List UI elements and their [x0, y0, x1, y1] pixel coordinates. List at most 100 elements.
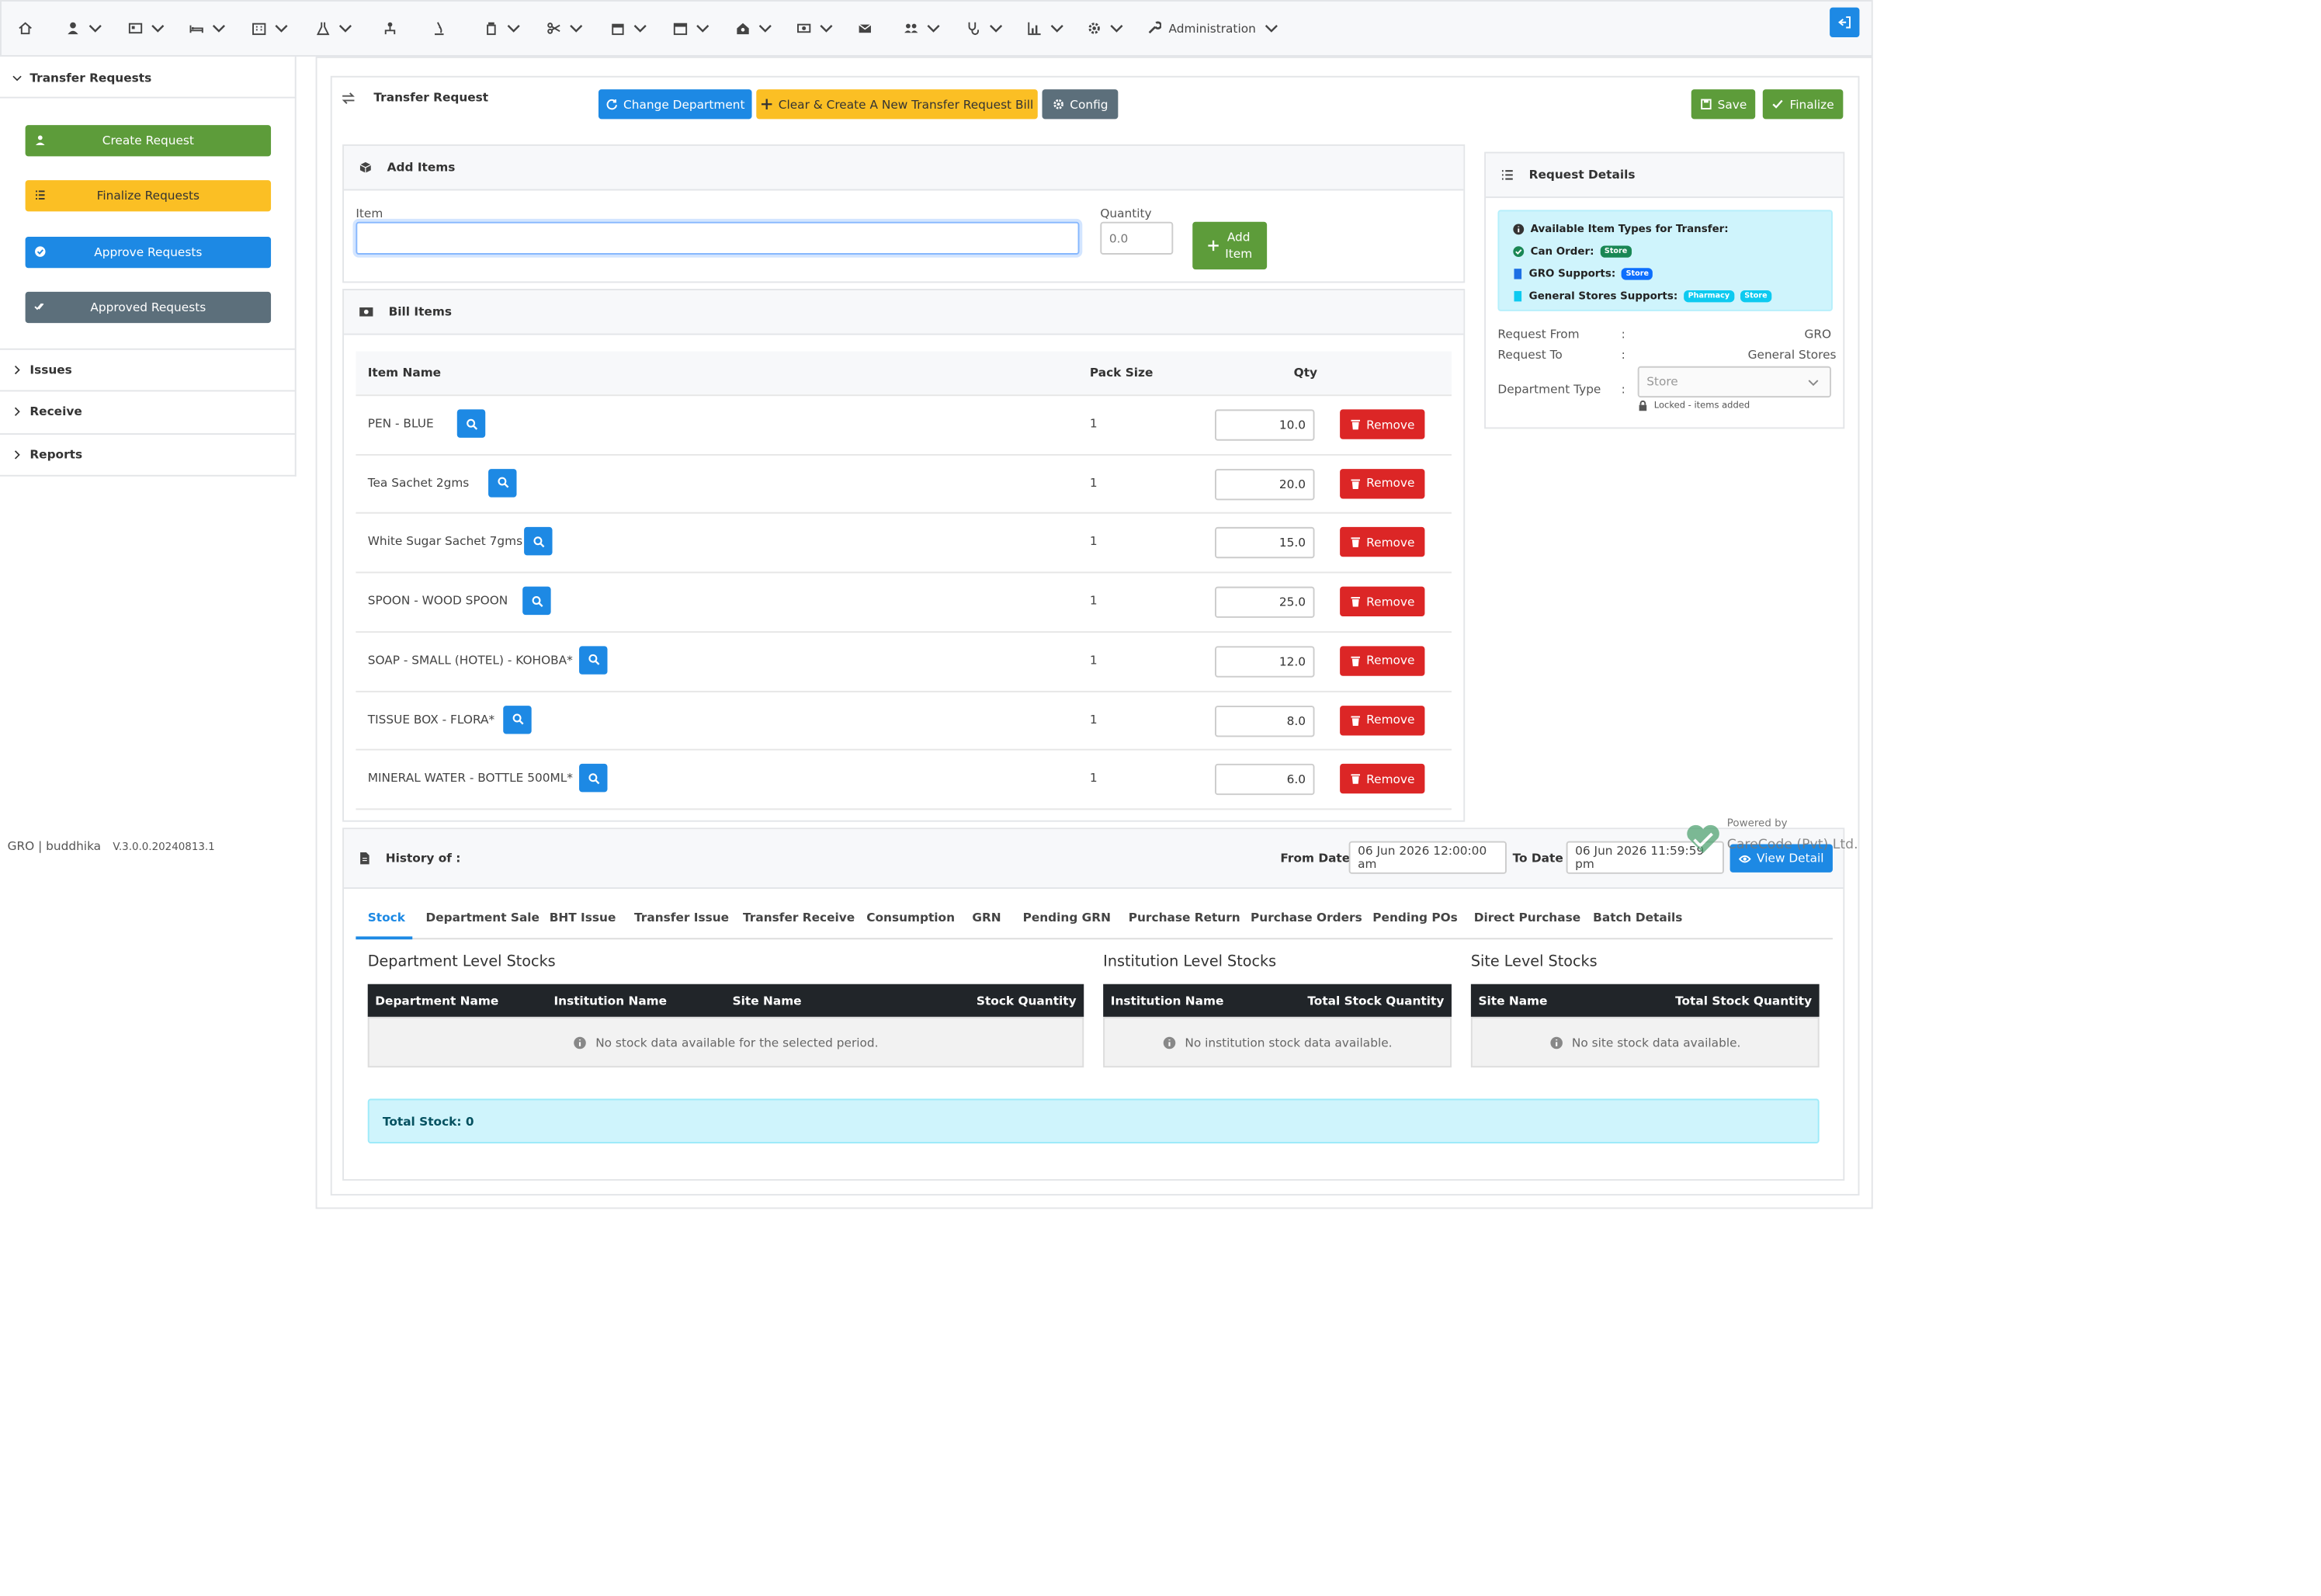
hr-nav[interactable]: [735, 18, 772, 39]
item-lookup-button[interactable]: [488, 468, 517, 497]
remove-button[interactable]: Remove: [1340, 705, 1425, 735]
tab-stock[interactable]: Stock: [368, 911, 405, 925]
theatre-nav[interactable]: [546, 18, 584, 39]
sidebar-section-transfer-requests[interactable]: Transfer Requests: [12, 71, 151, 85]
chevron-right-icon: [14, 365, 20, 375]
qty-input[interactable]: 6.0: [1215, 764, 1315, 796]
item-lookup-button[interactable]: [524, 527, 553, 557]
item-search-input[interactable]: [356, 221, 1080, 255]
add-item-label-line2: Item: [1225, 247, 1253, 261]
clinic-nav[interactable]: [252, 18, 289, 39]
messages-nav[interactable]: [858, 18, 873, 39]
tab-pending-pos[interactable]: Pending POs: [1372, 911, 1458, 925]
tab-pending-grn[interactable]: Pending GRN: [1023, 911, 1111, 925]
appointments-nav[interactable]: [673, 18, 710, 39]
patients-nav[interactable]: [65, 18, 102, 39]
inst-stocks-empty-row: No institution stock data available.: [1103, 1016, 1452, 1068]
item-lookup-button[interactable]: [579, 645, 608, 675]
add-items-header: Add Items: [344, 145, 1464, 191]
reports-nav[interactable]: [1027, 18, 1064, 39]
save-button[interactable]: Save: [1691, 89, 1756, 120]
item-name-cell: SPOON - WOOD SPOON: [367, 594, 508, 608]
remove-button[interactable]: Remove: [1340, 764, 1425, 794]
qty-input[interactable]: 12.0: [1215, 645, 1315, 678]
sidebar-section-reports[interactable]: Reports: [12, 448, 82, 462]
approve-requests-button[interactable]: Approve Requests: [25, 236, 272, 269]
logout-button[interactable]: [1830, 7, 1860, 37]
remove-label: Remove: [1366, 713, 1415, 727]
total-stock-alert: Total Stock: 0: [367, 1098, 1820, 1143]
tab-purchase-orders[interactable]: Purchase Orders: [1251, 911, 1362, 925]
administration-nav[interactable]: Administration: [1147, 18, 1278, 39]
remove-label: Remove: [1366, 772, 1415, 786]
tab-direct-purchase[interactable]: Direct Purchase: [1474, 911, 1580, 925]
payments-nav[interactable]: [796, 18, 834, 39]
remove-button[interactable]: Remove: [1340, 527, 1425, 558]
item-lookup-button[interactable]: [503, 705, 532, 734]
tab-purchase-return[interactable]: Purchase Return: [1129, 911, 1240, 925]
config-button[interactable]: Config: [1042, 89, 1119, 120]
inward-nav[interactable]: [189, 18, 227, 39]
remove-button[interactable]: Remove: [1340, 645, 1425, 676]
qty-input[interactable]: 8.0: [1215, 705, 1315, 737]
item-lookup-button[interactable]: [522, 586, 551, 616]
approved-requests-button[interactable]: Approved Requests: [25, 291, 272, 324]
store-nav[interactable]: [610, 18, 647, 39]
item-lookup-button[interactable]: [456, 409, 486, 438]
double-check-icon: [34, 303, 44, 311]
config-label: Config: [1070, 97, 1108, 111]
col-total-stock-quantity: Total Stock Quantity: [1307, 994, 1445, 1008]
remove-button[interactable]: Remove: [1340, 586, 1425, 617]
approved-requests-label: Approved Requests: [90, 300, 206, 314]
qty-input[interactable]: 15.0: [1215, 527, 1315, 559]
tab-department-sale[interactable]: Department Sale: [426, 911, 539, 925]
settings-nav[interactable]: [1087, 18, 1124, 39]
sidebar-section-receive[interactable]: Receive: [12, 405, 82, 418]
clinical-nav[interactable]: [966, 18, 1004, 39]
tab-transfer-receive[interactable]: Transfer Receive: [743, 911, 855, 925]
add-item-button[interactable]: Add Item: [1192, 221, 1268, 270]
remove-button[interactable]: Remove: [1340, 409, 1425, 439]
staff-nav[interactable]: [383, 18, 397, 39]
remove-label: Remove: [1366, 536, 1415, 550]
col-site-name: Site Name: [732, 994, 802, 1008]
approve-requests-label: Approve Requests: [94, 245, 203, 259]
col-pack-size: Pack Size: [1089, 366, 1154, 380]
tab-bht-issue[interactable]: BHT Issue: [550, 911, 616, 925]
clear-create-button[interactable]: Clear & Create A New Transfer Request Bi…: [756, 89, 1038, 120]
change-department-button[interactable]: Change Department: [598, 89, 752, 120]
sidebar-section-issues[interactable]: Issues: [12, 363, 72, 376]
id-card-icon: [128, 23, 143, 34]
info-circle-icon: [574, 1036, 586, 1049]
can-order-line: Can Order: Store: [1513, 245, 1632, 258]
from-date-label: From Date: [1280, 852, 1351, 866]
remove-label: Remove: [1366, 417, 1415, 432]
tab-batch-details[interactable]: Batch Details: [1593, 911, 1682, 925]
quantity-input[interactable]: 0.0: [1100, 221, 1174, 255]
qty-input[interactable]: 25.0: [1215, 586, 1315, 619]
from-date-input[interactable]: 06 Jun 2026 12:00:00 am: [1348, 841, 1507, 874]
qty-input[interactable]: 20.0: [1215, 468, 1315, 500]
file-icon: [360, 852, 369, 865]
home-nav[interactable]: [18, 18, 33, 39]
site-stocks-header: Site Name Total Stock Quantity: [1470, 984, 1820, 1017]
finalize-button[interactable]: Finalize: [1762, 89, 1844, 120]
tab-transfer-issue[interactable]: Transfer Issue: [634, 911, 729, 925]
item-lookup-button[interactable]: [579, 764, 608, 793]
tab-grn[interactable]: GRN: [972, 911, 1001, 925]
pharmacy-nav[interactable]: [484, 18, 521, 39]
users-nav[interactable]: [904, 18, 941, 39]
divider: [0, 433, 297, 435]
chevron-down-icon: [927, 24, 940, 33]
tab-consumption[interactable]: Consumption: [866, 911, 955, 925]
chevron-down-icon: [1050, 24, 1063, 33]
users-icon: [904, 23, 918, 33]
qty-input[interactable]: 10.0: [1215, 409, 1315, 441]
finalize-requests-button[interactable]: Finalize Requests: [25, 180, 272, 212]
billing-nav[interactable]: [128, 18, 165, 39]
lab-nav[interactable]: [316, 18, 353, 39]
create-request-button[interactable]: Create Request: [25, 125, 272, 157]
remove-button[interactable]: Remove: [1340, 468, 1425, 498]
microscope-nav[interactable]: [432, 18, 446, 39]
microscope-icon: [435, 22, 444, 36]
